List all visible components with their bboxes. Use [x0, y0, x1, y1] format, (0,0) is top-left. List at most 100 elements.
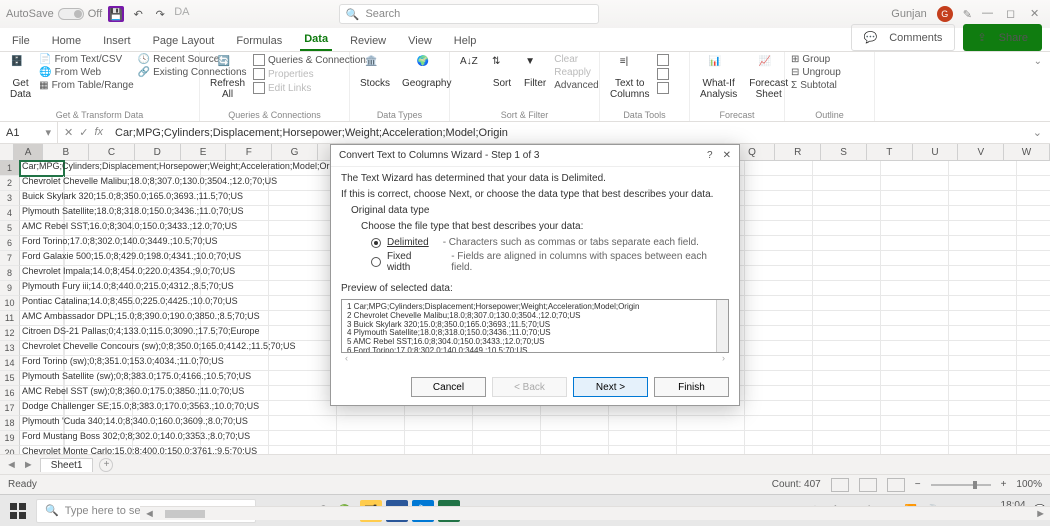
cell[interactable]: Chevrolet Chevelle Concours (sw);0;8;350…: [20, 341, 64, 356]
expand-formula-icon[interactable]: ⌄: [1025, 126, 1050, 139]
tab-insert[interactable]: Insert: [99, 31, 135, 51]
clear-filter[interactable]: Clear: [554, 54, 598, 65]
cell[interactable]: Ford Torino;17.0;8;302.0;140.0;3449.;10.…: [20, 236, 64, 251]
column-header[interactable]: V: [958, 144, 1004, 160]
filter-button[interactable]: ▼Filter: [520, 54, 550, 91]
cell[interactable]: Buick Skylark 320;15.0;8;350.0;165.0;369…: [20, 191, 64, 206]
collapse-ribbon-icon[interactable]: ⌄: [875, 52, 1050, 121]
ribbon-mode-icon[interactable]: ✎: [963, 8, 972, 21]
row-number[interactable]: 4: [0, 206, 20, 221]
scrollbar[interactable]: [716, 300, 728, 352]
flash-fill[interactable]: [657, 54, 669, 66]
tab-help[interactable]: Help: [450, 31, 481, 51]
group-button[interactable]: ⊞Group: [791, 54, 841, 65]
row-number[interactable]: 3: [0, 191, 20, 206]
table-row[interactable]: 20Chevrolet Monte Carlo;15.0;8;400.0;150…: [0, 446, 1050, 454]
table-row[interactable]: 18Plymouth 'Cuda 340;14.0;8;340.0;160.0;…: [0, 416, 1050, 431]
cell[interactable]: Ford Torino (sw);0;8;351.0;153.0;4034.;1…: [20, 356, 64, 371]
row-number[interactable]: 16: [0, 386, 20, 401]
text-to-columns-button[interactable]: ≡|Text to Columns: [606, 54, 653, 102]
dialog-titlebar[interactable]: Convert Text to Columns Wizard - Step 1 …: [331, 145, 739, 167]
tab-file[interactable]: File: [8, 31, 34, 51]
tab-data[interactable]: Data: [300, 29, 332, 51]
row-number[interactable]: 19: [0, 431, 20, 446]
from-table-range[interactable]: ▦From Table/Range: [39, 80, 134, 91]
zoom-out-icon[interactable]: −: [915, 479, 921, 490]
next-button[interactable]: Next >: [573, 377, 648, 397]
cell[interactable]: Plymouth Fury iii;14.0;8;440.0;215.0;431…: [20, 281, 64, 296]
reapply-filter[interactable]: Reapply: [554, 67, 598, 78]
tab-home[interactable]: Home: [48, 31, 85, 51]
tab-formulas[interactable]: Formulas: [232, 31, 286, 51]
remove-duplicates[interactable]: [657, 68, 669, 80]
row-number[interactable]: 20: [0, 446, 20, 454]
name-box[interactable]: A1▾: [0, 122, 58, 143]
normal-view-icon[interactable]: [831, 478, 849, 492]
row-number[interactable]: 8: [0, 266, 20, 281]
sort-az-button[interactable]: A↓Z: [456, 54, 484, 78]
sheet-nav-next-icon[interactable]: ►: [23, 459, 34, 471]
cell[interactable]: Ford Galaxie 500;15.0;8;429.0;198.0;4341…: [20, 251, 64, 266]
enter-formula-icon[interactable]: ✓: [79, 126, 88, 139]
column-header[interactable]: C: [89, 144, 135, 160]
cell[interactable]: Dodge Challenger SE;15.0;8;383.0;170.0;3…: [20, 401, 64, 416]
row-number[interactable]: 1: [0, 161, 20, 176]
user-avatar[interactable]: G: [937, 6, 953, 22]
zoom-in-icon[interactable]: +: [1001, 479, 1007, 490]
sheet-nav-prev-icon[interactable]: ◄: [6, 459, 17, 471]
page-break-view-icon[interactable]: [887, 478, 905, 492]
column-header[interactable]: W: [1004, 144, 1050, 160]
zoom-level[interactable]: 100%: [1016, 479, 1042, 490]
maximize-icon[interactable]: ◻: [1006, 7, 1020, 21]
tab-pagelayout[interactable]: Page Layout: [149, 31, 219, 51]
cancel-formula-icon[interactable]: ✕: [64, 126, 73, 139]
column-header[interactable]: A: [14, 144, 44, 160]
column-header[interactable]: F: [226, 144, 272, 160]
cancel-button[interactable]: Cancel: [411, 377, 486, 397]
horizontal-scrollbar[interactable]: ◄►: [140, 506, 1050, 520]
whatif-button[interactable]: 📊What-If Analysis: [696, 54, 741, 102]
row-number[interactable]: 9: [0, 281, 20, 296]
column-header[interactable]: T: [867, 144, 913, 160]
tab-review[interactable]: Review: [346, 31, 390, 51]
row-number[interactable]: 2: [0, 176, 20, 191]
cell[interactable]: Citroen DS-21 Pallas;0;4;133.0;115.0;309…: [20, 326, 64, 341]
column-header[interactable]: R: [775, 144, 821, 160]
cell[interactable]: Chevrolet Monte Carlo;15.0;8;400.0;150.0…: [20, 446, 64, 454]
redo-icon[interactable]: ↷: [152, 6, 168, 22]
column-header[interactable]: U: [913, 144, 959, 160]
autosave-toggle[interactable]: AutoSave Off: [6, 8, 102, 20]
share-button[interactable]: ⇪Share: [963, 24, 1042, 51]
geography-button[interactable]: 🌍Geography: [398, 54, 455, 91]
refresh-all-button[interactable]: 🔄Refresh All: [206, 54, 249, 102]
row-number[interactable]: 7: [0, 251, 20, 266]
preview-horizontal-scroll[interactable]: ‹›: [341, 353, 729, 363]
select-all-corner[interactable]: [0, 144, 14, 160]
sort-button[interactable]: ⇅Sort: [488, 54, 516, 91]
preview-box[interactable]: 1 Car;MPG;Cylinders;Displacement;Horsepo…: [341, 299, 729, 353]
save-icon[interactable]: 💾: [108, 6, 124, 22]
row-number[interactable]: 12: [0, 326, 20, 341]
cell[interactable]: Chevrolet Chevelle Malibu;18.0;8;307.0;1…: [20, 176, 64, 191]
help-icon[interactable]: ?: [707, 150, 713, 161]
row-number[interactable]: 10: [0, 296, 20, 311]
cell[interactable]: Plymouth Satellite (sw);0;8;383.0;175.0;…: [20, 371, 64, 386]
row-number[interactable]: 14: [0, 356, 20, 371]
search-box[interactable]: 🔍 Search: [339, 4, 599, 24]
cell[interactable]: Chevrolet Impala;14.0;8;454.0;220.0;4354…: [20, 266, 64, 281]
row-number[interactable]: 17: [0, 401, 20, 416]
zoom-slider[interactable]: [931, 484, 991, 486]
get-data-button[interactable]: 🗄️Get Data: [6, 54, 35, 102]
cell[interactable]: Pontiac Catalina;14.0;8;455.0;225.0;4425…: [20, 296, 64, 311]
cell[interactable]: Ford Mustang Boss 302;0;8;302.0;140.0;33…: [20, 431, 64, 446]
column-header[interactable]: E: [181, 144, 227, 160]
tab-view[interactable]: View: [404, 31, 436, 51]
cell[interactable]: AMC Rebel SST;16.0;8;304.0;150.0;3433.;1…: [20, 221, 64, 236]
advanced-filter[interactable]: Advanced: [554, 80, 598, 91]
finish-button[interactable]: Finish: [654, 377, 729, 397]
add-sheet-button[interactable]: +: [99, 458, 113, 472]
row-number[interactable]: 15: [0, 371, 20, 386]
close-icon[interactable]: ✕: [723, 150, 731, 161]
row-number[interactable]: 5: [0, 221, 20, 236]
cell[interactable]: Plymouth 'Cuda 340;14.0;8;340.0;160.0;36…: [20, 416, 64, 431]
